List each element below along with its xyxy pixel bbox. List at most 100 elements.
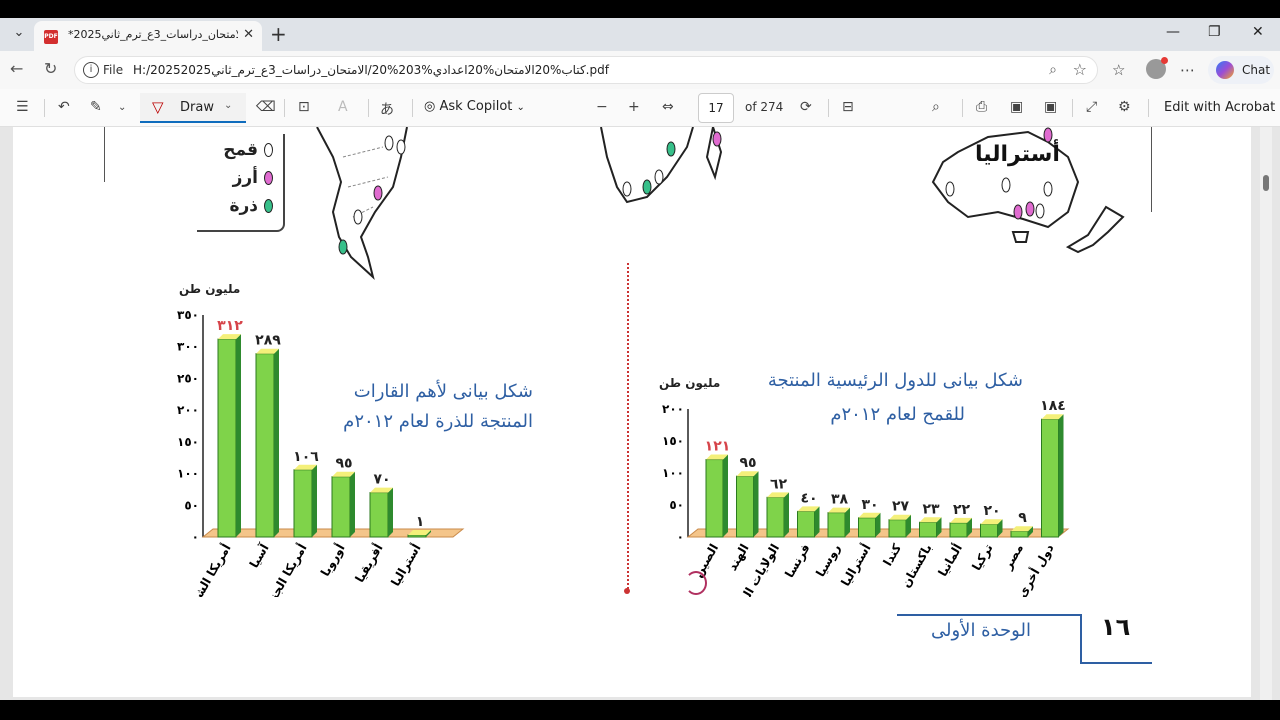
close-window-button[interactable]: ✕ xyxy=(1252,24,1264,40)
y-tick-label: ٠ xyxy=(192,530,199,544)
zoom-icon[interactable]: ⌕ xyxy=(1049,62,1057,78)
bar-value-label: ٣٠ xyxy=(861,497,878,513)
undo-icon[interactable]: ↶ xyxy=(58,99,70,115)
rice-marker xyxy=(712,131,722,147)
draw-label: Draw xyxy=(180,100,214,115)
back-icon[interactable]: ← xyxy=(10,59,23,78)
bar-value-label: ٣١٢ xyxy=(217,318,243,334)
highlight-chevron-icon[interactable]: ⌄ xyxy=(118,102,126,113)
bar-value-label: ١٨٤ xyxy=(1040,398,1066,414)
legend-rice: أرز xyxy=(233,168,273,188)
bar-3 xyxy=(797,506,820,538)
draw-button[interactable]: ▽ Draw ⌄ xyxy=(140,93,246,123)
text-format-icon: A xyxy=(338,99,348,115)
read-aloud-icon[interactable]: あ xyxy=(380,99,394,119)
contents-icon[interactable]: ☰ xyxy=(16,99,29,115)
category-label: روسيا xyxy=(813,541,844,579)
tab-title: *الامتحان_دراسات_3ع_ترم_ثاني2025 xyxy=(68,28,238,41)
edit-with-acrobat-button[interactable]: Edit with Acrobat xyxy=(1164,100,1275,115)
minimize-button[interactable]: — xyxy=(1166,24,1180,40)
bar-8 xyxy=(949,517,972,538)
y-tick-label: ٣٥٠ xyxy=(177,308,199,322)
ask-copilot-label: Ask Copilot xyxy=(439,99,513,114)
new-tab-button[interactable]: + xyxy=(270,22,287,46)
y-tick-label: ٣٠٠ xyxy=(177,340,199,354)
category-label: أوروبا xyxy=(317,541,348,579)
zoom-in-icon[interactable]: + xyxy=(628,99,640,115)
category-label: فرنسا xyxy=(782,542,812,581)
bar-1 xyxy=(255,348,279,538)
fit-width-icon[interactable]: ⇔ xyxy=(662,99,674,115)
category-label: أستراليا xyxy=(387,541,423,589)
draw-chevron-icon: ⌄ xyxy=(224,100,233,111)
save-icon[interactable]: ▣ xyxy=(1010,99,1023,115)
more-menu-icon[interactable]: ⋯ xyxy=(1180,61,1195,79)
legend-wheat: قمح xyxy=(223,140,273,160)
bar-value-label: ٩٥ xyxy=(335,456,352,472)
unit-label: الوحدة الأولى xyxy=(931,620,1031,641)
category-label: أمريكا الشمالية xyxy=(176,541,234,597)
eraser-icon[interactable]: ⌫ xyxy=(256,99,276,115)
tab-actions-chevron-icon[interactable]: ⌄ xyxy=(8,25,30,45)
corn-marker xyxy=(666,141,676,157)
scrollbar-thumb[interactable] xyxy=(1263,175,1269,191)
pdf-page: أستراليا قمح أرز ذرة مليون طن شكل بيانى … xyxy=(13,127,1251,697)
zoom-out-icon[interactable]: − xyxy=(596,99,608,115)
favorite-star-icon[interactable]: ☆ xyxy=(1073,60,1087,79)
divider xyxy=(828,99,829,117)
copilot-chat-button[interactable]: Chat xyxy=(1208,56,1274,84)
page-number-input[interactable]: 17 xyxy=(698,93,734,123)
bar-value-label: ١٠٦ xyxy=(293,449,319,465)
bar-6 xyxy=(888,514,911,538)
vertical-scrollbar[interactable] xyxy=(1260,127,1272,700)
wheat-marker xyxy=(1001,177,1011,193)
rice-marker xyxy=(1043,127,1053,143)
refresh-icon[interactable]: ↻ xyxy=(44,59,57,78)
category-label: أفريقيا xyxy=(352,541,386,585)
bar-value-label: ٦٢ xyxy=(770,476,788,492)
notification-dot xyxy=(1161,57,1168,64)
page-border-line xyxy=(1151,127,1152,212)
info-icon[interactable]: i xyxy=(83,62,99,78)
tab-close-icon[interactable]: ✕ xyxy=(243,27,254,42)
avatar[interactable] xyxy=(1146,57,1168,79)
rotate-icon[interactable]: ⟳ xyxy=(800,99,812,115)
wheat-legend-icon xyxy=(264,143,273,157)
y-tick-label: ١٥٠ xyxy=(177,435,199,449)
pen-icon: ▽ xyxy=(152,98,164,116)
fullscreen-icon[interactable]: ⤢ xyxy=(1086,99,1097,115)
save-as-icon[interactable]: ▣ xyxy=(1044,99,1057,115)
bar-value-label: ١٢١ xyxy=(705,439,731,455)
wheat-marker xyxy=(1043,181,1053,197)
bar-0 xyxy=(217,334,241,538)
print-icon[interactable]: ⎙ xyxy=(976,99,987,115)
address-bar[interactable]: i File H:/2025كتاب%20الامتحان%20اعدادي%2… xyxy=(74,56,1098,84)
search-icon[interactable]: ⌕ xyxy=(932,99,940,115)
tab-pdf[interactable]: PDF *الامتحان_دراسات_3ع_ترم_ثاني2025 ✕ xyxy=(34,21,262,51)
south-america-map xyxy=(316,127,408,280)
pdf-viewer[interactable]: أستراليا قمح أرز ذرة مليون طن شكل بيانى … xyxy=(0,127,1280,700)
rice-marker xyxy=(1013,204,1023,220)
restore-button[interactable]: ❐ xyxy=(1208,24,1221,40)
ask-copilot-button[interactable]: ◎ Ask Copilot ⌄ xyxy=(424,99,525,114)
category-label: ألمانيا xyxy=(935,541,966,579)
rice-legend-icon xyxy=(264,171,273,185)
settings-gear-icon[interactable]: ⚙ xyxy=(1118,99,1131,115)
highlight-icon[interactable]: ✎ xyxy=(90,99,102,115)
bar-value-label: ٢٢ xyxy=(953,502,971,518)
rice-marker xyxy=(1025,201,1035,217)
copilot-icon: ◎ xyxy=(424,99,436,114)
corn-chart-unit: مليون طن xyxy=(179,282,241,296)
text-box-icon[interactable]: ⊡ xyxy=(298,99,310,115)
bar-value-label: ٢٨٩ xyxy=(255,333,281,349)
favorites-icon[interactable]: ☆ xyxy=(1112,61,1125,79)
bar-value-label: ٤٠ xyxy=(800,490,817,506)
corn-legend-icon xyxy=(264,199,273,213)
page-total: of 274 xyxy=(745,100,784,114)
corn-marker xyxy=(338,239,348,255)
y-tick-label: ٠ xyxy=(677,530,684,544)
page-view-icon[interactable]: ⊟ xyxy=(842,99,854,115)
bar-value-label: ٢٧ xyxy=(892,499,910,515)
bar-7 xyxy=(919,517,942,538)
url-text[interactable]: H:/2025كتاب%20الامتحان%20اعدادي%203%20/ا… xyxy=(133,63,609,77)
